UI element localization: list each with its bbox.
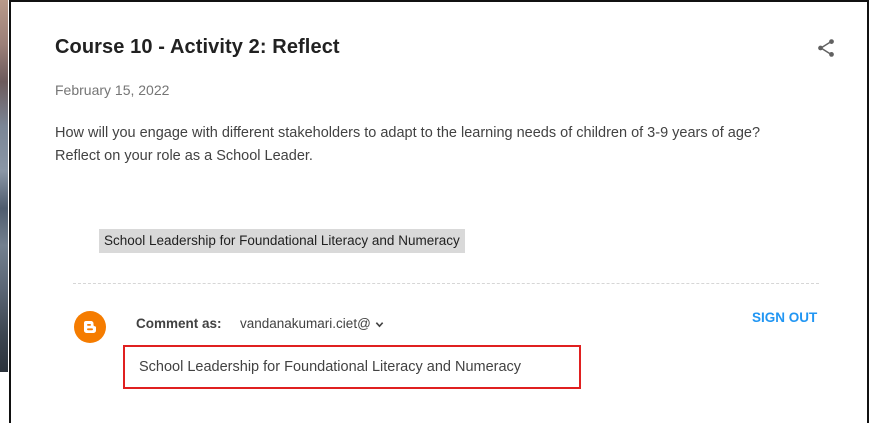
post-body: How will you engage with different stake…: [55, 122, 815, 168]
frame-border-left: [9, 0, 11, 423]
sign-out-button[interactable]: SIGN OUT: [752, 310, 817, 325]
chevron-down-icon: [375, 322, 384, 328]
post-body-line: Reflect on your role as a School Leader.: [55, 148, 313, 164]
frame-border-top: [9, 0, 869, 2]
share-icon[interactable]: [815, 37, 837, 59]
account-name: vandanakumari.ciet@: [240, 316, 371, 331]
post-body-line: How will you engage with different stake…: [55, 125, 761, 141]
comments-divider: [73, 283, 819, 284]
blogger-avatar-icon: [74, 311, 106, 343]
comment-input-text: School Leadership for Foundational Liter…: [139, 359, 522, 375]
highlighted-text: School Leadership for Foundational Liter…: [99, 229, 465, 253]
post-title: Course 10 - Activity 2: Reflect: [55, 36, 340, 58]
comment-as-label: Comment as:: [136, 316, 222, 331]
background-photo: [0, 0, 8, 372]
comment-input[interactable]: School Leadership for Foundational Liter…: [123, 345, 581, 389]
post-date: February 15, 2022: [55, 82, 170, 98]
account-dropdown[interactable]: vandanakumari.ciet@: [240, 316, 384, 331]
blogger-logo-icon: [84, 321, 96, 333]
